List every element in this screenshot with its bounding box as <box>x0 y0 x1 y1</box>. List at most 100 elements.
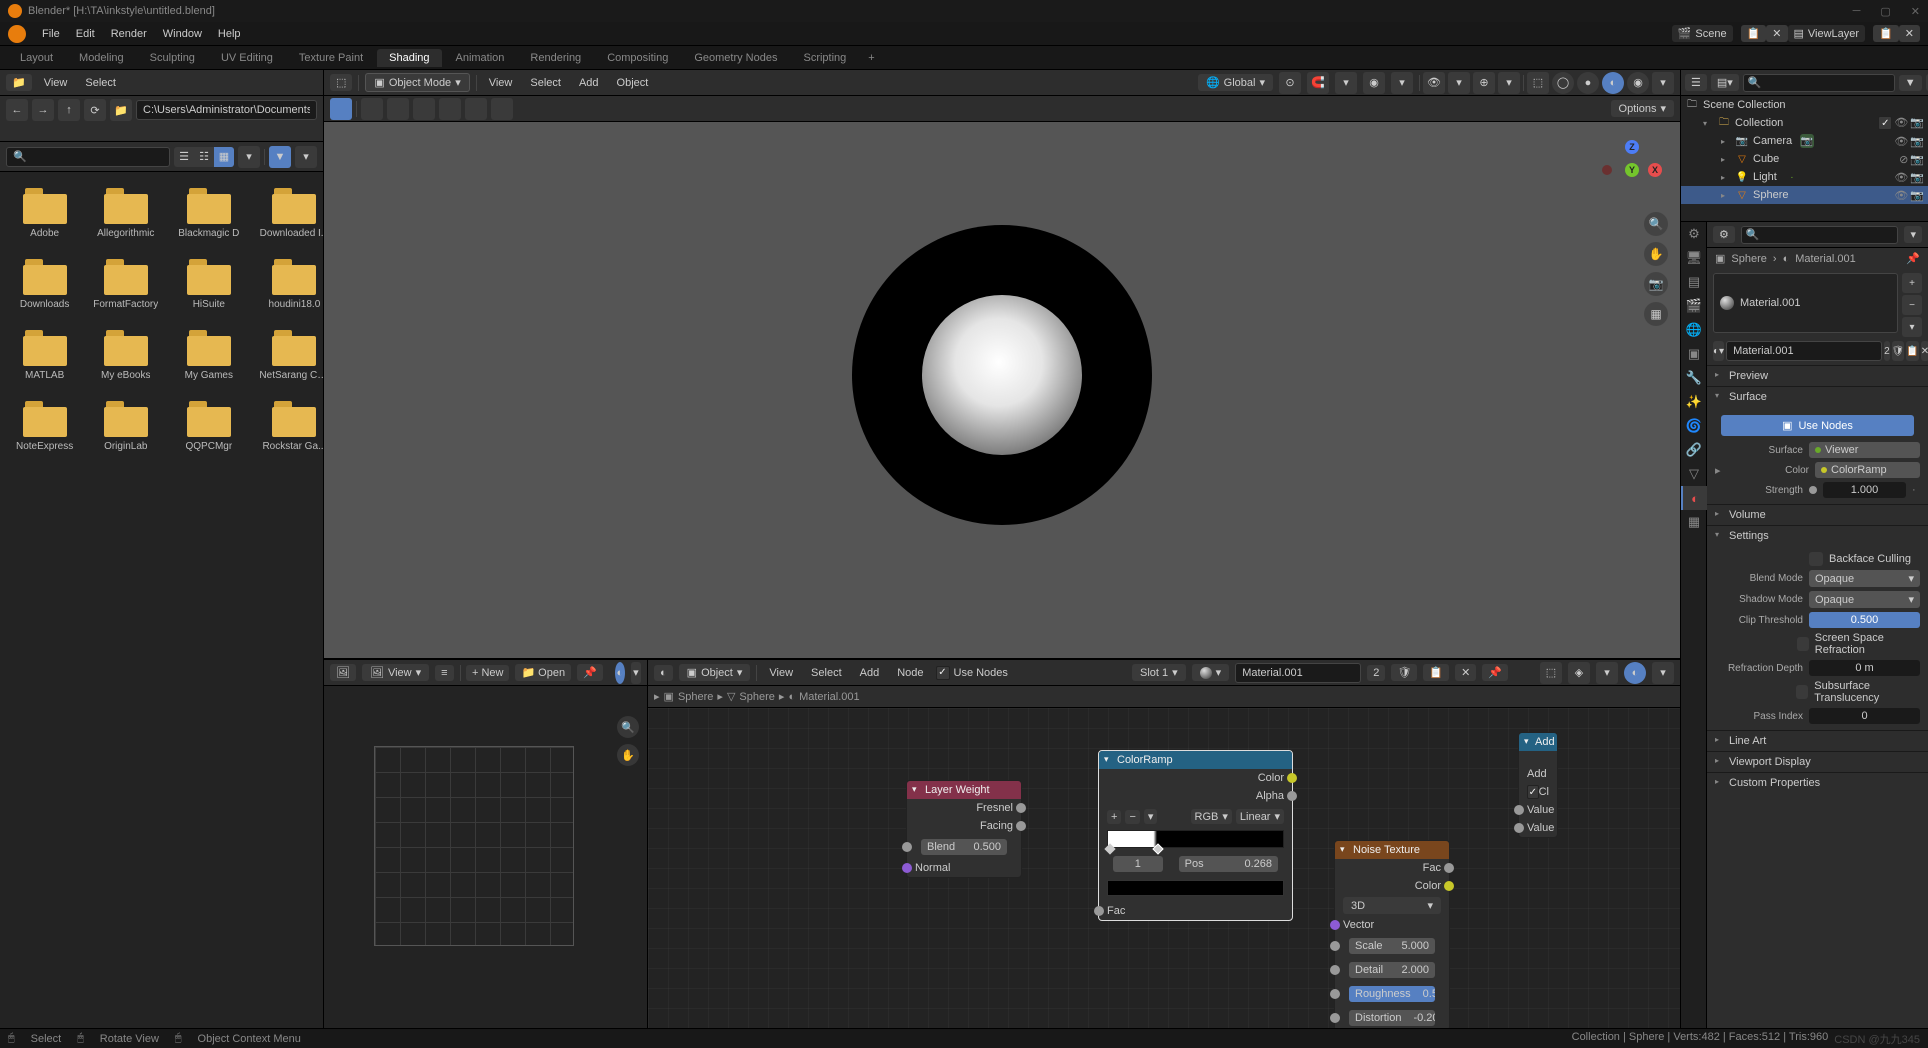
material-browse[interactable]: ▾ <box>1192 664 1230 681</box>
editor-type-outliner[interactable]: ☰ <box>1685 74 1707 91</box>
camera-restrict-icon[interactable]: 📷 <box>1910 189 1924 202</box>
ramp-color-mode[interactable]: RGB▾ <box>1191 809 1232 824</box>
socket-alpha-out[interactable] <box>1287 791 1297 801</box>
tab-compositing[interactable]: Compositing <box>595 49 680 67</box>
tool-select-circle-icon[interactable] <box>387 98 409 120</box>
eye-closed-icon[interactable]: ⊘ <box>1899 153 1908 166</box>
socket-noise-fac[interactable] <box>1444 863 1454 873</box>
fb-menu-view[interactable]: View <box>38 77 74 89</box>
gizmo-options-button[interactable]: ▾ <box>1448 72 1470 94</box>
outliner-item-camera[interactable]: ▸ 📷 Camera 📷 👁📷 <box>1681 132 1928 150</box>
tool-cursor-icon[interactable] <box>330 98 352 120</box>
display-list-h[interactable]: ☷ <box>194 147 214 167</box>
prop-tab-physics[interactable]: 🌀 <box>1681 414 1707 438</box>
nav-folder-button[interactable]: 📁 <box>110 99 132 121</box>
noise-dim-dropdown[interactable]: 3D▾ <box>1343 897 1441 914</box>
filebrowser-body[interactable]: AdobeAllegorithmicBlackmagic DDownloaded… <box>0 172 323 1028</box>
sss-checkbox[interactable] <box>1796 685 1808 699</box>
shading-options-button[interactable]: ▾ <box>1652 72 1674 94</box>
node-header[interactable]: Noise Texture <box>1335 841 1449 859</box>
pin-icon[interactable]: 📌 <box>1906 252 1920 265</box>
outliner-collection[interactable]: ▾ 🗀 Collection 👁📷 <box>1681 114 1928 132</box>
eye-icon[interactable]: 👁 <box>1894 135 1908 148</box>
ramp-tools[interactable]: ▾ <box>1144 809 1158 824</box>
gizmo-y-axis[interactable]: Y <box>1625 163 1639 177</box>
scene-delete-button[interactable]: ✕ <box>1766 25 1787 42</box>
pass-index-field[interactable]: 0 <box>1809 708 1920 724</box>
properties-search[interactable] <box>1741 226 1899 244</box>
ramp-remove-stop[interactable]: − <box>1125 810 1139 824</box>
prop-tab-viewlayer[interactable]: ▤ <box>1681 270 1707 294</box>
menu-file[interactable]: File <box>34 28 68 40</box>
orientation-dropdown[interactable]: 🌐 Global ▾ <box>1198 74 1273 91</box>
filter-button[interactable]: ▼ <box>269 146 291 168</box>
add-workspace-button[interactable]: + <box>860 49 882 67</box>
folder-item[interactable]: Allegorithmic <box>89 184 162 243</box>
image-shading-button[interactable]: ◐ <box>615 662 625 684</box>
panel-lineart[interactable]: Line Art <box>1707 731 1928 751</box>
camera-restrict-icon[interactable]: 📷 <box>1910 153 1924 166</box>
vp-menu-object[interactable]: Object <box>611 77 655 89</box>
prop-tab-world[interactable]: 🌐 <box>1681 318 1707 342</box>
folder-item[interactable]: My Games <box>174 326 243 385</box>
navigation-gizmo[interactable]: Z Y X <box>1602 140 1662 200</box>
slot-remove-button[interactable]: − <box>1902 295 1922 315</box>
folder-item[interactable]: FormatFactory <box>89 255 162 314</box>
tool-select-box-icon[interactable] <box>361 98 383 120</box>
display-list-v[interactable]: ☰ <box>174 147 194 167</box>
socket-normal-in[interactable] <box>902 863 912 873</box>
material-browse-button[interactable]: ◐▾ <box>1713 341 1724 361</box>
pivot-button[interactable]: ⊙ <box>1279 72 1301 94</box>
close-icon[interactable]: ✕ <box>1911 5 1920 18</box>
folder-item[interactable]: OriginLab <box>89 397 162 456</box>
properties-options[interactable]: ▾ <box>1904 226 1922 243</box>
ne-menu-add[interactable]: Add <box>854 667 886 679</box>
folder-item[interactable]: Downloaded I... <box>255 184 323 243</box>
prop-tab-data[interactable]: ▽ <box>1681 462 1707 486</box>
display-thumbnail[interactable]: ▦ <box>214 147 234 167</box>
scene-selector[interactable]: 🎬 Scene <box>1672 25 1733 42</box>
panel-viewport-display[interactable]: Viewport Display <box>1707 752 1928 772</box>
menu-edit[interactable]: Edit <box>68 28 103 40</box>
fb-menu-select[interactable]: Select <box>79 77 122 89</box>
surface-shader-field[interactable]: Viewer <box>1809 442 1920 458</box>
proportional-options-button[interactable]: ▾ <box>1391 72 1413 94</box>
ne-shading-options[interactable]: ▾ <box>1652 662 1674 684</box>
vp-menu-select[interactable]: Select <box>524 77 567 89</box>
backface-checkbox[interactable] <box>1809 552 1823 566</box>
camera-restrict-icon[interactable]: 📷 <box>1910 135 1924 148</box>
folder-item[interactable]: Downloads <box>12 255 77 314</box>
outliner-display-mode[interactable]: ▤▾ <box>1711 74 1739 91</box>
slot-dropdown[interactable]: Slot 1▾ <box>1132 664 1186 681</box>
folder-item[interactable]: QQPCMgr <box>174 397 243 456</box>
expand-icon[interactable]: ▸ <box>1715 464 1727 477</box>
socket-facing[interactable] <box>1016 821 1026 831</box>
blend-mode-dropdown[interactable]: Opaque▾ <box>1809 570 1920 587</box>
image-shading-options[interactable]: ▾ <box>631 662 641 684</box>
prop-tab-object[interactable]: ▣ <box>1681 342 1707 366</box>
color-ramp-gradient[interactable] <box>1107 830 1284 848</box>
folder-item[interactable]: HiSuite <box>174 255 243 314</box>
socket-color-out[interactable] <box>1287 773 1297 783</box>
shader-type-dropdown[interactable]: ▣ Object ▾ <box>679 664 751 681</box>
tab-scripting[interactable]: Scripting <box>791 49 858 67</box>
vp-menu-add[interactable]: Add <box>573 77 605 89</box>
viewlayer-delete-button[interactable]: ✕ <box>1899 25 1920 42</box>
gizmo-visibility-button[interactable]: 👁 <box>1423 72 1445 94</box>
material-name-field[interactable] <box>1726 341 1882 361</box>
folder-item[interactable]: NoteExpress <box>12 397 77 456</box>
prop-tab-scene[interactable]: 🎬 <box>1681 294 1707 318</box>
ssr-checkbox[interactable] <box>1797 637 1809 651</box>
folder-item[interactable]: My eBooks <box>89 326 162 385</box>
folder-item[interactable]: Rockstar Ga... <box>255 397 323 456</box>
node-header-cropped[interactable]: Add <box>1519 733 1557 751</box>
zoom-icon[interactable]: 🔍 <box>1644 212 1668 236</box>
tool-select-6-icon[interactable] <box>491 98 513 120</box>
camera-icon[interactable]: 📷 <box>1644 272 1668 296</box>
nav-up-button[interactable]: ↑ <box>58 99 80 121</box>
clip-threshold-field[interactable]: 0.500 <box>1809 612 1920 628</box>
material-fakeuser-button[interactable]: 🛡 <box>1391 664 1417 681</box>
tab-sculpting[interactable]: Sculpting <box>138 49 207 67</box>
outliner-item-cube[interactable]: ▸ ▽ Cube ⊘📷 <box>1681 150 1928 168</box>
camera-restrict-icon[interactable]: 📷 <box>1910 116 1924 130</box>
